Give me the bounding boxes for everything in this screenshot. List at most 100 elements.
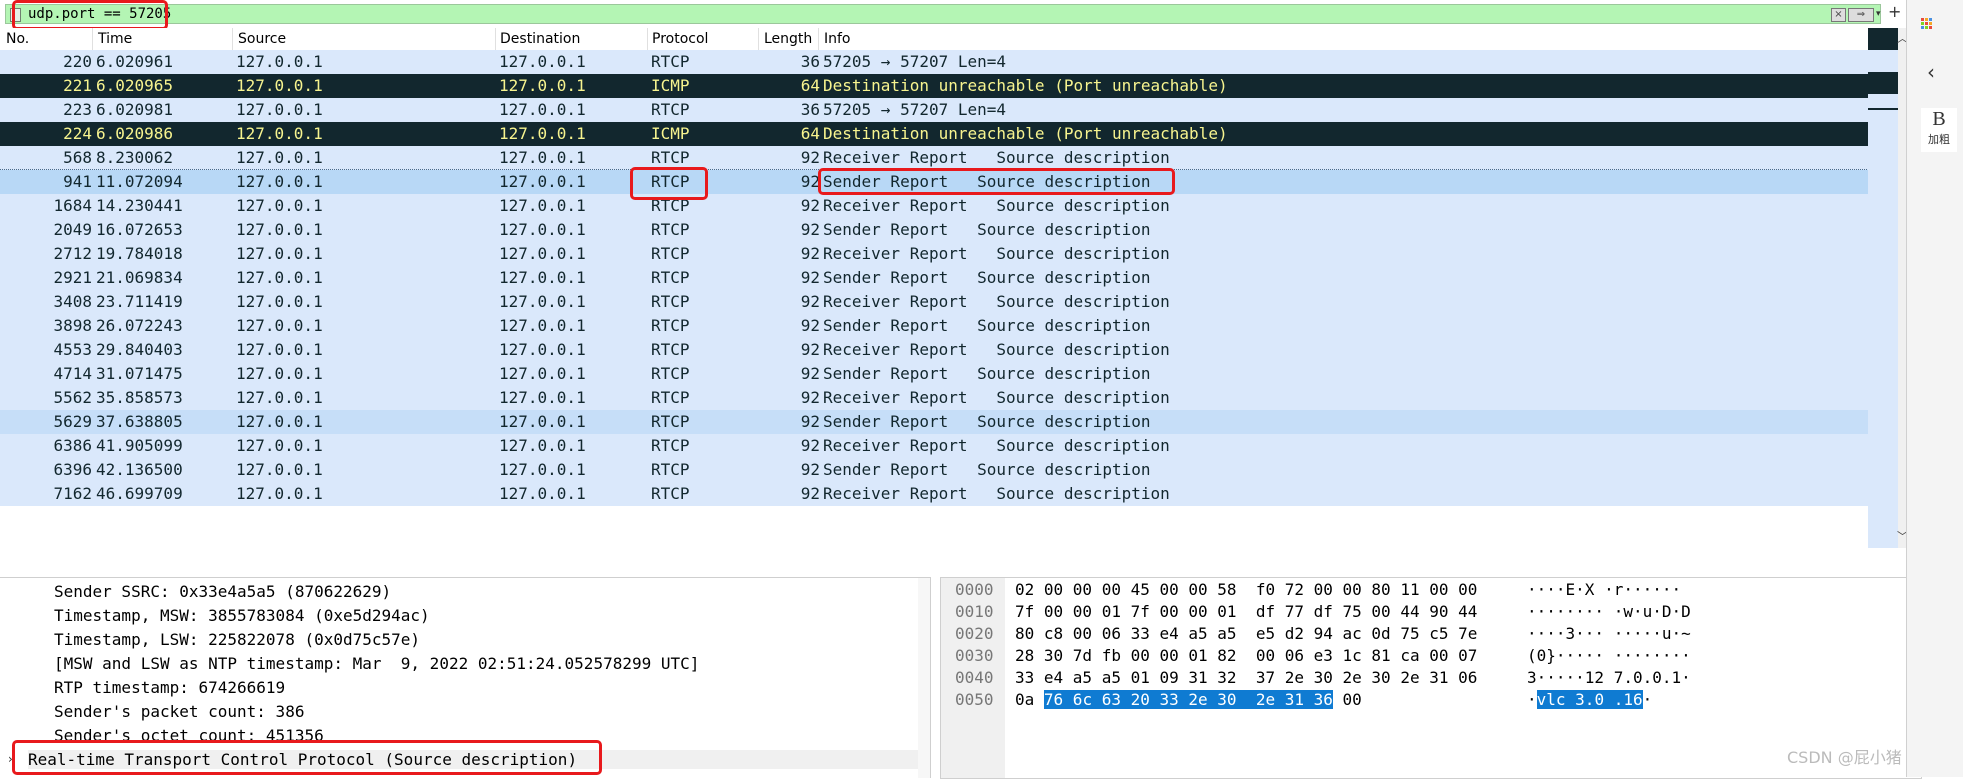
details-field[interactable]: [MSW and LSW as NTP timestamp: Mar 9, 20…: [54, 654, 699, 673]
details-field[interactable]: Timestamp, MSW: 3855783084 (0xe5d294ac): [54, 606, 430, 625]
display-filter-input[interactable]: udp.port == 57205 × ⇒ ▾: [5, 4, 1881, 24]
packet-row[interactable]: 223 6.020981 127.0.0.1 127.0.0.1 RTCP 36 57205…: [0, 98, 1868, 122]
packet-row[interactable]: 6396 42.136500 127.0.0.1 127.0.0.1 RTCP 92 Sen…: [0, 458, 1868, 482]
packet-info-cell: Receiver Report Source description: [823, 148, 1170, 167]
packet-time-cell: 23.711419: [96, 292, 183, 311]
packet-no-cell: 224: [63, 124, 92, 143]
packet-protocol-cell: RTCP: [651, 388, 690, 407]
hex-bytes: 0a: [1015, 690, 1044, 709]
scroll-up-icon[interactable]: ︿: [1897, 30, 1906, 46]
packet-row[interactable]: 224 6.020986 127.0.0.1 127.0.0.1 ICMP 64 Desti…: [0, 122, 1868, 146]
packet-row[interactable]: 568 8.230062 127.0.0.1 127.0.0.1 RTCP 92 Recei…: [0, 146, 1868, 170]
packet-row[interactable]: 4714 31.071475 127.0.0.1 127.0.0.1 RTCP 92 Sen…: [0, 362, 1868, 386]
column-header-no[interactable]: No.: [6, 31, 29, 47]
packet-row[interactable]: 221 6.020965 127.0.0.1 127.0.0.1 ICMP 64 Desti…: [0, 74, 1868, 98]
filter-history-dropdown-icon[interactable]: ▾: [1876, 8, 1886, 20]
packet-time-cell: 6.020986: [96, 124, 174, 143]
packet-time-cell: 19.784018: [96, 244, 183, 263]
bookmark-icon[interactable]: [10, 8, 21, 22]
packet-destination-cell: 127.0.0.1: [499, 412, 586, 431]
collapse-chevron-icon[interactable]: ‹: [1927, 60, 1935, 84]
packet-row[interactable]: 4553 29.840403 127.0.0.1 127.0.0.1 RTCP 92 Rec…: [0, 338, 1868, 362]
packet-row[interactable]: 2921 21.069834 127.0.0.1 127.0.0.1 RTCP 92 Sen…: [0, 266, 1868, 290]
packet-row[interactable]: 6386 41.905099 127.0.0.1 127.0.0.1 RTCP 92 Rec…: [0, 434, 1868, 458]
packet-time-cell: 29.840403: [96, 340, 183, 359]
details-field[interactable]: Sender SSRC: 0x33e4a5a5 (870622629): [54, 582, 391, 601]
packet-source-cell: 127.0.0.1: [236, 268, 323, 287]
packet-destination-cell: 127.0.0.1: [499, 196, 586, 215]
add-filter-button-icon[interactable]: +: [1888, 2, 1901, 21]
packet-length-cell: 92: [800, 172, 820, 191]
hex-ascii: ····E·X ·r······: [1527, 580, 1682, 599]
packet-row[interactable]: 1684 14.230441 127.0.0.1 127.0.0.1 RTCP 92 Rec…: [0, 194, 1868, 218]
details-field[interactable]: Timestamp, LSW: 225822078 (0x0d75c57e): [54, 630, 420, 649]
packet-row[interactable]: 3408 23.711419 127.0.0.1 127.0.0.1 RTCP 92 Rec…: [0, 290, 1868, 314]
column-header-source[interactable]: Source: [238, 31, 286, 47]
column-header-protocol[interactable]: Protocol: [652, 31, 708, 47]
details-section-header[interactable]: Real-time Transport Control Protocol (So…: [28, 750, 918, 769]
details-field[interactable]: Sender's octet count: 451356: [54, 726, 324, 745]
packet-no-cell: 221: [63, 76, 92, 95]
packet-destination-cell: 127.0.0.1: [499, 436, 586, 455]
hex-bytes-line[interactable]: 28 30 7d fb 00 00 01 82 00 06 e3 1c 81 c…: [1015, 646, 1477, 665]
packet-row[interactable]: 5629 37.638805 127.0.0.1 127.0.0.1 RTCP 92 Sen…: [0, 410, 1868, 434]
column-header-destination[interactable]: Destination: [500, 31, 580, 47]
hex-bytes-line[interactable]: 7f 00 00 01 7f 00 00 01 df 77 df 75 00 4…: [1015, 602, 1477, 621]
packet-no-cell: 6386: [53, 436, 92, 455]
details-field[interactable]: RTP timestamp: 674266619: [54, 678, 285, 697]
packet-row[interactable]: 941 11.072094 127.0.0.1 127.0.0.1 RTCP 92 Send…: [0, 169, 1868, 195]
packet-info-cell: Receiver Report Source description: [823, 292, 1170, 311]
packet-no-cell: 1684: [53, 196, 92, 215]
details-scrollbar[interactable]: [918, 578, 930, 778]
hex-ascii-line[interactable]: (0}····· ········: [1527, 646, 1691, 665]
column-header-length[interactable]: Length: [764, 31, 812, 47]
clear-filter-icon[interactable]: ×: [1831, 8, 1846, 22]
hex-bytes-line[interactable]: 0a 76 6c 63 20 33 2e 30 2e 31 36 00: [1015, 690, 1362, 709]
packet-no-cell: 223: [63, 100, 92, 119]
packet-details-pane: Sender SSRC: 0x33e4a5a5 (870622629) Times…: [0, 577, 931, 778]
packet-info-cell: Sender Report Source description: [823, 364, 1151, 383]
hex-bytes-line[interactable]: 33 e4 a5 a5 01 09 31 32 37 2e 30 2e 30 2…: [1015, 668, 1477, 687]
packet-length-cell: 64: [800, 76, 820, 95]
packet-info-cell: Destination unreachable (Port unreachabl…: [823, 76, 1228, 95]
apps-grid-icon[interactable]: [1921, 18, 1933, 30]
packet-time-cell: 11.072094: [96, 172, 183, 191]
hex-ascii-line[interactable]: ········ ·w·u·D·D: [1527, 602, 1691, 621]
expand-chevron-icon[interactable]: ›: [8, 752, 13, 766]
column-header-time[interactable]: Time: [98, 31, 132, 47]
packet-time-cell: 26.072243: [96, 316, 183, 335]
hex-offset: 0020: [955, 624, 994, 643]
hex-ascii-line[interactable]: ····3··· ·····u·~: [1527, 624, 1691, 643]
packet-source-cell: 127.0.0.1: [236, 364, 323, 383]
packet-row[interactable]: 5562 35.858573 127.0.0.1 127.0.0.1 RTCP 92 Rec…: [0, 386, 1868, 410]
bold-button[interactable]: B 加粗: [1921, 108, 1957, 152]
apply-filter-icon[interactable]: ⇒: [1848, 8, 1874, 22]
column-header-info[interactable]: Info: [824, 31, 851, 47]
hex-ascii-line[interactable]: 3·····12 7.0.0.1·: [1527, 668, 1691, 687]
details-field[interactable]: Sender's packet count: 386: [54, 702, 304, 721]
packet-info-cell: Receiver Report Source description: [823, 340, 1170, 359]
packet-list-vertical-scrollbar[interactable]: [1898, 28, 1906, 548]
display-filter-text[interactable]: udp.port == 57205: [28, 6, 171, 22]
hex-offset: 0030: [955, 646, 994, 665]
packet-no-cell: 220: [63, 52, 92, 71]
hex-offset: 0000: [955, 580, 994, 599]
hex-ascii-line[interactable]: ····E·X ·r······: [1527, 580, 1681, 599]
hex-bytes-line[interactable]: 02 00 00 00 45 00 00 58 f0 72 00 00 80 1…: [1015, 580, 1477, 599]
packet-row[interactable]: 7162 46.699709 127.0.0.1 127.0.0.1 RTCP 92 Rec…: [0, 482, 1868, 506]
packet-protocol-cell: RTCP: [651, 364, 690, 383]
packet-row[interactable]: 2712 19.784018 127.0.0.1 127.0.0.1 RTCP 92 Rec…: [0, 242, 1868, 266]
packet-source-cell: 127.0.0.1: [236, 292, 323, 311]
hex-ascii-line[interactable]: ·vlc 3.0 .16·: [1527, 690, 1652, 709]
packet-row[interactable]: 2049 16.072653 127.0.0.1 127.0.0.1 RTCP 92 Sen…: [0, 218, 1868, 242]
packet-row[interactable]: 3898 26.072243 127.0.0.1 127.0.0.1 RTCP 92 Sen…: [0, 314, 1868, 338]
packet-info-cell: Sender Report Source description: [823, 412, 1151, 431]
packet-length-cell: 92: [800, 316, 820, 335]
packet-minimap[interactable]: [1868, 28, 1898, 548]
packet-row[interactable]: 220 6.020961 127.0.0.1 127.0.0.1 RTCP 36 57205…: [0, 50, 1868, 74]
scroll-down-icon[interactable]: ﹀: [1897, 528, 1906, 544]
hex-bytes: 02 00 00 00 45 00 00 58 f0 72 00 00 80 1…: [1015, 580, 1478, 599]
hex-bytes-line[interactable]: 80 c8 00 06 33 e4 a5 a5 e5 d2 94 ac 0d 7…: [1015, 624, 1477, 643]
packet-time-cell: 6.020965: [96, 76, 174, 95]
packet-no-cell: 4714: [53, 364, 92, 383]
